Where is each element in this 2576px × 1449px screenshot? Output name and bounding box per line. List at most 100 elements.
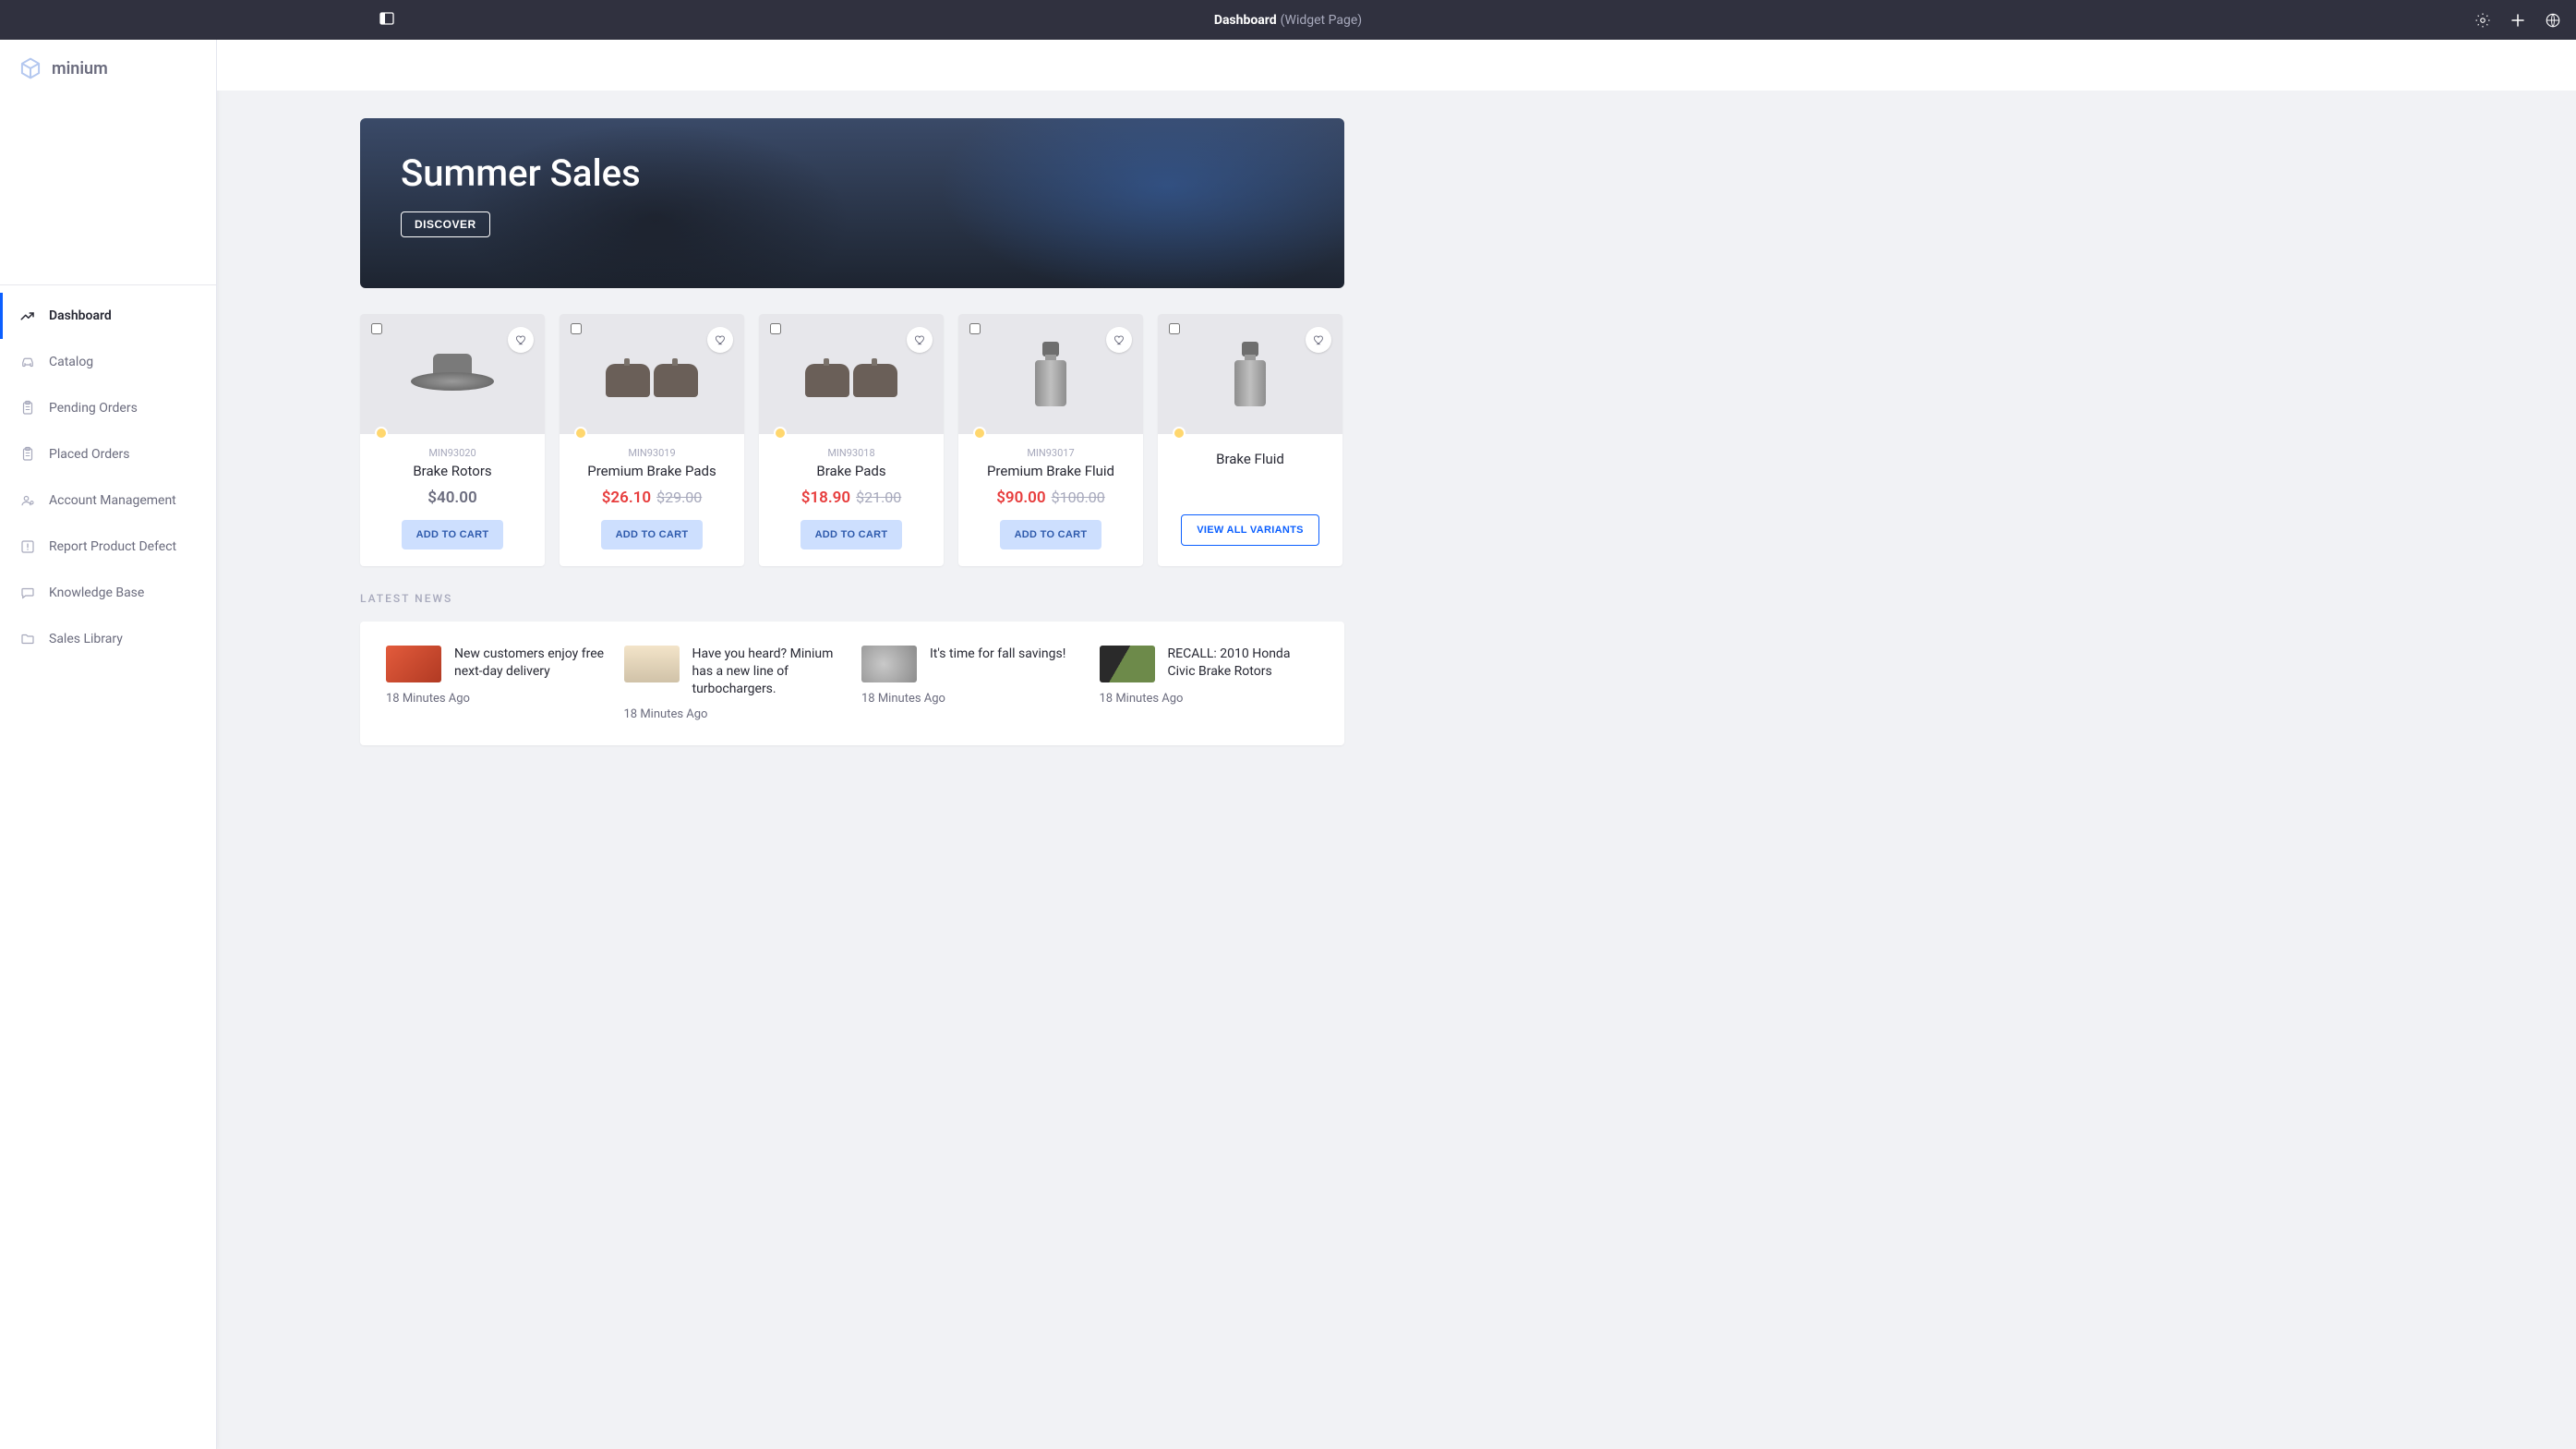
product-sku: MIN93020 [371, 447, 534, 459]
product-price: $90.00$100.00 [969, 489, 1132, 507]
news-title: RECALL: 2010 Honda Civic Brake Rotors [1168, 646, 1319, 681]
product-name: Brake Pads [770, 463, 933, 479]
main: Summer Sales DISCOVER MIN93020 Brake Rot… [217, 40, 2576, 1449]
brand-name: minium [52, 59, 108, 78]
add-to-cart-button[interactable]: ADD TO CART [402, 520, 504, 549]
sidebar-item-knowledge-base[interactable]: Knowledge Base [0, 570, 216, 616]
favorite-button[interactable] [707, 327, 733, 353]
news-thumbnail [386, 646, 441, 682]
sidebar-item-label: Dashboard [49, 308, 112, 323]
news-item[interactable]: New customers enjoy free next-day delive… [386, 646, 606, 721]
sidebar-item-label: Report Product Defect [49, 539, 176, 554]
add-to-cart-button[interactable]: ADD TO CART [800, 520, 903, 549]
news-title: Have you heard? Minium has a new line of… [692, 646, 844, 698]
product-card[interactable]: MIN93020 Brake Rotors $40.00 ADD TO CART [360, 314, 545, 566]
news-timestamp: 18 Minutes Ago [624, 707, 844, 721]
discover-button[interactable]: DISCOVER [401, 211, 490, 237]
product-sku: MIN93019 [571, 447, 733, 459]
plus-icon[interactable] [2510, 12, 2526, 29]
sidebar-item-dashboard[interactable]: Dashboard [0, 293, 216, 339]
add-to-cart-button[interactable]: ADD TO CART [1000, 520, 1102, 549]
news-timestamp: 18 Minutes Ago [861, 692, 1081, 706]
product-name: Premium Brake Fluid [969, 463, 1132, 479]
product-name: Premium Brake Pads [571, 463, 733, 479]
panel-toggle-icon[interactable] [379, 10, 395, 27]
alert-box-icon [19, 538, 36, 555]
sidebar-item-label: Pending Orders [49, 401, 138, 416]
news-item[interactable]: Have you heard? Minium has a new line of… [624, 646, 844, 721]
product-price: $18.90$21.00 [770, 489, 933, 507]
sidebar-item-sales-library[interactable]: Sales Library [0, 616, 216, 662]
status-dot-icon [1173, 427, 1186, 440]
news-timestamp: 18 Minutes Ago [386, 692, 606, 706]
product-name: Brake Rotors [371, 463, 534, 479]
product-image [759, 314, 944, 434]
product-price: $40.00 [371, 489, 534, 507]
sidebar: minium Dashboard Catalog Pending Orders … [0, 40, 217, 1449]
control-bar: Dashboard(Widget Page) [0, 0, 2576, 40]
news-section-title: LATEST NEWS [360, 592, 1344, 605]
status-dot-icon [973, 427, 986, 440]
product-card[interactable]: MIN93019 Premium Brake Pads $26.10$29.00… [560, 314, 744, 566]
product-name: Brake Fluid [1169, 451, 1331, 467]
sidebar-item-label: Placed Orders [49, 447, 130, 462]
product-price: $26.10$29.00 [571, 489, 733, 507]
news-item[interactable]: It's time for fall savings! 18 Minutes A… [861, 646, 1081, 721]
news-thumbnail [861, 646, 917, 682]
clipboard-icon [19, 446, 36, 463]
sidebar-item-placed-orders[interactable]: Placed Orders [0, 431, 216, 477]
add-to-cart-button[interactable]: ADD TO CART [601, 520, 704, 549]
view-variants-button[interactable]: VIEW ALL VARIANTS [1181, 514, 1319, 546]
product-compare-checkbox[interactable] [770, 323, 781, 334]
product-image [560, 314, 744, 434]
sidebar-nav: Dashboard Catalog Pending Orders Placed … [0, 285, 216, 662]
sidebar-item-label: Sales Library [49, 632, 123, 646]
gear-icon[interactable] [2474, 12, 2491, 29]
clipboard-icon [19, 400, 36, 417]
product-compare-checkbox[interactable] [969, 323, 981, 334]
sidebar-item-catalog[interactable]: Catalog [0, 339, 216, 385]
product-image [958, 314, 1143, 434]
sidebar-item-account-management[interactable]: Account Management [0, 477, 216, 524]
status-dot-icon [774, 427, 787, 440]
status-dot-icon [574, 427, 587, 440]
product-compare-checkbox[interactable] [1169, 323, 1180, 334]
news-title: It's time for fall savings! [930, 646, 1065, 663]
favorite-button[interactable] [508, 327, 534, 353]
hero-banner: Summer Sales DISCOVER [360, 118, 1344, 288]
sidebar-item-label: Account Management [49, 493, 176, 508]
chat-icon [19, 585, 36, 601]
product-compare-checkbox[interactable] [571, 323, 582, 334]
brand[interactable]: minium [0, 40, 216, 91]
sidebar-item-label: Catalog [49, 355, 93, 369]
hero-title: Summer Sales [401, 151, 1304, 195]
favorite-button[interactable] [1106, 327, 1132, 353]
globe-icon[interactable] [2545, 12, 2561, 29]
folder-icon [19, 631, 36, 647]
product-image [360, 314, 545, 434]
news-item[interactable]: RECALL: 2010 Honda Civic Brake Rotors 18… [1100, 646, 1319, 721]
sidebar-item-pending-orders[interactable]: Pending Orders [0, 385, 216, 431]
product-card[interactable]: MIN93017 Premium Brake Fluid $90.00$100.… [958, 314, 1143, 566]
product-image [1158, 314, 1342, 434]
news-timestamp: 18 Minutes Ago [1100, 692, 1319, 706]
status-dot-icon [375, 427, 388, 440]
subheader [217, 40, 2576, 91]
news-thumbnail [624, 646, 680, 682]
product-compare-checkbox[interactable] [371, 323, 382, 334]
favorite-button[interactable] [1306, 327, 1331, 353]
sidebar-item-report-defect[interactable]: Report Product Defect [0, 524, 216, 570]
trend-up-icon [19, 308, 36, 324]
product-card[interactable]: MIN93018 Brake Pads $18.90$21.00 ADD TO … [759, 314, 944, 566]
favorite-button[interactable] [907, 327, 933, 353]
news-thumbnail [1100, 646, 1155, 682]
product-sku: MIN93018 [770, 447, 933, 459]
news-title: New customers enjoy free next-day delive… [454, 646, 606, 681]
sidebar-item-label: Knowledge Base [49, 586, 144, 600]
car-icon [19, 354, 36, 370]
brand-logo-icon [18, 56, 42, 80]
news-list: New customers enjoy free next-day delive… [360, 622, 1344, 745]
product-carousel: MIN93020 Brake Rotors $40.00 ADD TO CART… [360, 314, 1344, 566]
product-card[interactable]: Brake Fluid VIEW ALL VARIANTS [1158, 314, 1342, 566]
account-settings-icon [19, 492, 36, 509]
